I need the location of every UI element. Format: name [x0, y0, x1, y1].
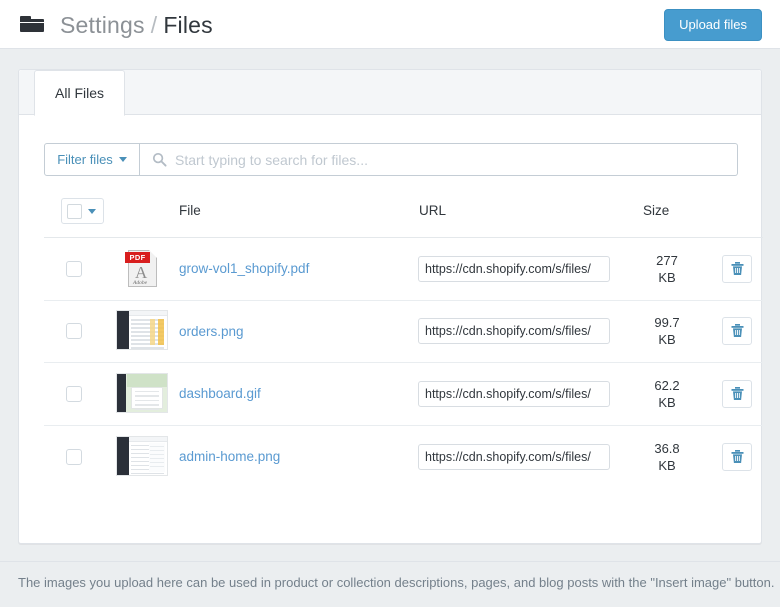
select-all-checkbox[interactable]	[67, 204, 82, 219]
files-table: File URL Size A Adobe PDF	[44, 194, 763, 488]
tab-all-files[interactable]: All Files	[34, 70, 125, 116]
file-size-unit: KB	[658, 270, 675, 285]
table-row: dashboard.gif 62.2 KB	[44, 363, 763, 426]
search-icon	[152, 152, 167, 167]
search-field-wrapper[interactable]	[140, 143, 738, 176]
image-thumbnail	[116, 436, 168, 478]
table-row: admin-home.png 36.8 KB	[44, 426, 763, 489]
table-header-row: File URL Size	[44, 194, 763, 238]
filter-files-label: Filter files	[57, 152, 113, 167]
row-checkbox[interactable]	[66, 261, 82, 277]
file-thumbnail-cell	[114, 371, 170, 417]
table-row: orders.png 99.7 KB	[44, 301, 763, 364]
file-size-unit: KB	[658, 458, 675, 473]
file-size-value: 99.7	[654, 315, 679, 330]
file-url-cell	[418, 318, 610, 344]
file-thumbnail-cell	[114, 308, 170, 354]
page-header: Settings/Files Upload files	[0, 0, 780, 49]
row-select-cell	[66, 323, 82, 339]
file-size-unit: KB	[658, 395, 675, 410]
file-size-cell: 277 KB	[640, 252, 694, 286]
file-size-value: 62.2	[654, 378, 679, 393]
breadcrumb: Settings/Files	[20, 6, 213, 44]
file-size-cell: 36.8 KB	[640, 440, 694, 474]
trash-icon	[731, 324, 744, 338]
files-toolbar: Filter files	[44, 143, 738, 176]
column-header-size: Size	[643, 203, 669, 218]
delete-file-button[interactable]	[722, 380, 752, 408]
trash-icon	[731, 387, 744, 401]
footer-divider	[0, 561, 780, 562]
pdf-letter: A	[135, 264, 147, 281]
file-size-cell: 99.7 KB	[640, 314, 694, 348]
upload-files-button[interactable]: Upload files	[664, 9, 762, 41]
file-url-input[interactable]	[418, 318, 610, 344]
file-thumbnail-cell	[114, 434, 170, 480]
file-name-link[interactable]: orders.png	[179, 324, 244, 339]
file-delete-cell	[722, 443, 752, 471]
image-thumbnail	[116, 373, 168, 415]
page-root: Settings/Files Upload files All Files Fi…	[0, 0, 780, 607]
file-url-cell	[418, 444, 610, 470]
file-url-cell	[418, 256, 610, 282]
file-url-input[interactable]	[418, 444, 610, 470]
filter-files-button[interactable]: Filter files	[44, 143, 140, 176]
table-row: A Adobe PDF grow-vol1_shopify.pdf 277 KB	[44, 238, 763, 301]
select-all-dropdown[interactable]	[61, 198, 104, 224]
file-delete-cell	[722, 380, 752, 408]
trash-icon	[731, 450, 744, 464]
delete-file-button[interactable]	[722, 317, 752, 345]
row-checkbox[interactable]	[66, 386, 82, 402]
file-url-cell	[418, 381, 610, 407]
file-delete-cell	[722, 317, 752, 345]
delete-file-button[interactable]	[722, 255, 752, 283]
file-size-cell: 62.2 KB	[640, 377, 694, 411]
row-select-cell	[66, 261, 82, 277]
tab-bar: All Files	[19, 70, 761, 115]
image-thumbnail	[116, 310, 168, 352]
file-url-input[interactable]	[418, 256, 610, 282]
search-input[interactable]	[173, 144, 730, 175]
row-select-cell	[66, 449, 82, 465]
row-select-cell	[66, 386, 82, 402]
pdf-brand: Adobe	[133, 280, 147, 286]
breadcrumb-parent[interactable]: Settings	[60, 12, 145, 38]
file-size-unit: KB	[658, 332, 675, 347]
breadcrumb-separator: /	[151, 12, 158, 38]
chevron-down-icon	[88, 209, 96, 214]
trash-icon	[731, 262, 744, 276]
delete-file-button[interactable]	[722, 443, 752, 471]
column-header-file: File	[179, 203, 201, 218]
file-delete-cell	[722, 255, 752, 283]
column-header-url: URL	[419, 203, 446, 218]
folder-icon	[20, 15, 44, 35]
row-checkbox[interactable]	[66, 323, 82, 339]
file-size-value: 36.8	[654, 441, 679, 456]
file-name-link[interactable]: admin-home.png	[179, 449, 280, 464]
chevron-down-icon	[119, 157, 127, 162]
file-thumbnail-cell: A Adobe PDF	[114, 246, 170, 292]
row-checkbox[interactable]	[66, 449, 82, 465]
file-name-link[interactable]: grow-vol1_shopify.pdf	[179, 261, 309, 276]
pdf-file-icon: A Adobe PDF	[125, 249, 159, 289]
file-url-input[interactable]	[418, 381, 610, 407]
page-title: Settings/Files	[60, 12, 213, 39]
file-name-link[interactable]: dashboard.gif	[179, 386, 261, 401]
file-size-value: 277	[656, 253, 678, 268]
breadcrumb-current: Files	[163, 12, 213, 38]
footer-help-text: The images you upload here can be used i…	[18, 575, 778, 590]
pdf-banner-label: PDF	[125, 252, 150, 263]
files-card: All Files Filter files	[18, 69, 762, 544]
